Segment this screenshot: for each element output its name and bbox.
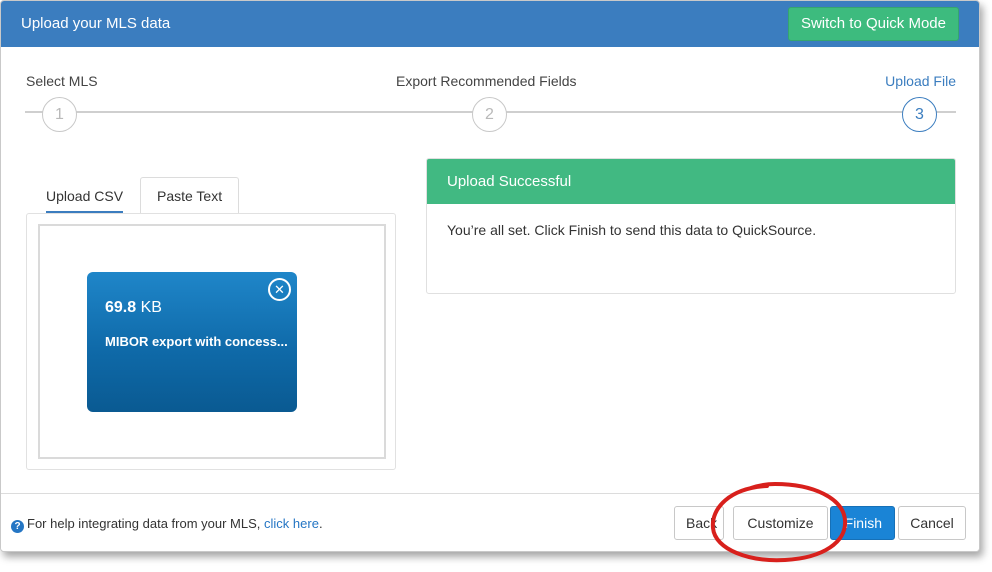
remove-file-button[interactable]: ✕ <box>268 278 291 301</box>
file-size-unit: KB <box>140 299 162 316</box>
finish-button[interactable]: Finish <box>830 506 895 540</box>
back-button[interactable]: Back <box>674 506 724 540</box>
switch-quick-mode-button[interactable]: Switch to Quick Mode <box>787 7 959 41</box>
file-name: MIBOR export with concess... <box>105 334 288 349</box>
step-circle-1[interactable]: 1 <box>42 97 77 132</box>
step-label-select-mls: Select MLS <box>26 73 98 89</box>
question-circle-icon: ? <box>11 520 24 533</box>
cancel-button[interactable]: Cancel <box>898 506 966 540</box>
file-dropzone[interactable]: 69.8 KB MIBOR export with concess... ✕ <box>38 224 386 459</box>
tab-upload-csv[interactable]: Upload CSV <box>29 177 141 214</box>
step-circle-2[interactable]: 2 <box>472 97 507 132</box>
close-icon: ✕ <box>274 282 285 297</box>
alert-title: Upload Successful <box>427 159 955 204</box>
step-label-export-fields: Export Recommended Fields <box>396 73 577 89</box>
upload-success-alert: Upload Successful You’re all set. Click … <box>426 158 956 294</box>
step-label-upload-file: Upload File <box>885 73 956 89</box>
tab-paste-text[interactable]: Paste Text <box>140 177 240 214</box>
uploaded-file-card: 69.8 KB MIBOR export with concess... ✕ <box>87 272 297 412</box>
dialog-title: Upload your MLS data <box>21 15 171 32</box>
dialog-footer: ? For help integrating data from your MLS… <box>1 493 979 551</box>
dialog-header: Upload your MLS data Switch to Quick Mod… <box>1 1 979 47</box>
upload-mls-dialog: Upload your MLS data Switch to Quick Mod… <box>0 0 980 552</box>
customize-button[interactable]: Customize <box>733 506 828 540</box>
help-link[interactable]: click here <box>264 516 319 531</box>
upload-csv-panel: 69.8 KB MIBOR export with concess... ✕ <box>26 213 396 470</box>
help-text: ? For help integrating data from your MLS… <box>11 516 323 533</box>
alert-message: You’re all set. Click Finish to send thi… <box>447 222 817 238</box>
wizard-steps: Select MLS 1 Export Recommended Fields 2… <box>25 73 956 135</box>
file-size-value: 69.8 <box>105 299 137 316</box>
step-circle-3[interactable]: 3 <box>902 97 937 132</box>
help-message: For help integrating data from your MLS, <box>27 516 265 531</box>
file-size: 69.8 KB <box>105 299 162 317</box>
help-suffix: . <box>318 516 323 531</box>
